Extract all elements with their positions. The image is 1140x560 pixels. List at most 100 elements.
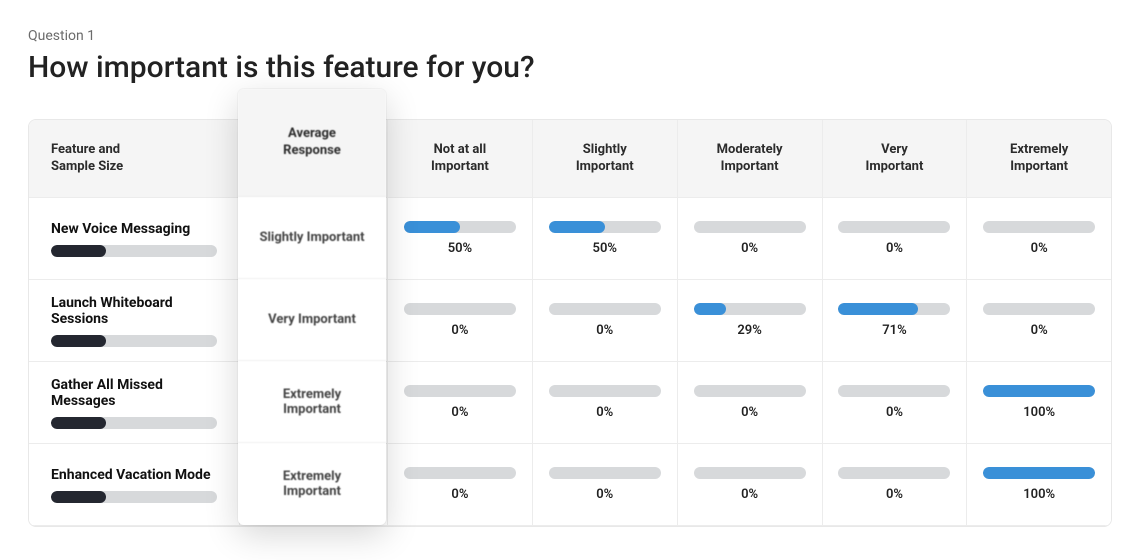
distribution-cell: 0%: [823, 444, 968, 526]
average-response-cell: Very Important: [240, 280, 388, 362]
distribution-percent-label: 0%: [596, 487, 613, 502]
distribution-cell: 50%: [388, 198, 533, 280]
col-header-average: Average Response: [240, 120, 388, 198]
distribution-bar: [983, 385, 1095, 397]
sample-size-bar-fill: [51, 335, 106, 347]
distribution-cell: 0%: [823, 198, 968, 280]
feature-name: New Voice Messaging: [51, 221, 217, 237]
distribution-percent-label: 29%: [737, 323, 761, 338]
distribution-cell: 100%: [967, 444, 1111, 526]
distribution-cell: 0%: [678, 198, 823, 280]
distribution-percent-label: 0%: [451, 323, 468, 338]
feature-name: Gather All Missed Messages: [51, 377, 217, 409]
feature-cell: Launch Whiteboard Sessions: [29, 280, 240, 362]
distribution-cell: 0%: [967, 280, 1111, 362]
distribution-percent-label: 0%: [451, 487, 468, 502]
distribution-percent-label: 50%: [448, 241, 472, 256]
distribution-bar: [549, 385, 661, 397]
distribution-cell: 0%: [823, 362, 968, 444]
col-header-scale: VeryImportant: [823, 120, 968, 198]
distribution-cell: 50%: [533, 198, 678, 280]
distribution-percent-label: 0%: [1031, 323, 1048, 338]
distribution-cell: 29%: [678, 280, 823, 362]
distribution-percent-label: 0%: [596, 323, 613, 338]
table-header-row: Feature and Sample Size Average Response…: [29, 120, 1111, 198]
distribution-cell: 0%: [678, 444, 823, 526]
distribution-percent-label: 0%: [1031, 241, 1048, 256]
distribution-cell: 0%: [533, 362, 678, 444]
col-header-scale: ModeratelyImportant: [678, 120, 823, 198]
distribution-bar: [694, 303, 806, 315]
average-response-cell: Extremely Important: [240, 362, 388, 444]
distribution-bar: [694, 385, 806, 397]
distribution-bar-fill: [838, 303, 918, 315]
distribution-bar: [838, 385, 950, 397]
distribution-bar: [983, 221, 1095, 233]
distribution-percent-label: 0%: [451, 405, 468, 420]
table-row: New Voice MessagingSlightly Important50%…: [29, 198, 1111, 280]
distribution-bar-fill: [694, 303, 726, 315]
distribution-percent-label: 0%: [886, 241, 903, 256]
table-row: Enhanced Vacation Mode Extremely Importan…: [29, 444, 1111, 526]
distribution-cell: 100%: [967, 362, 1111, 444]
feature-importance-table: Feature and Sample Size Average Response…: [28, 119, 1112, 527]
distribution-bar-fill: [983, 467, 1095, 479]
distribution-cell: 71%: [823, 280, 968, 362]
distribution-bar: [838, 303, 950, 315]
distribution-percent-label: 100%: [1023, 405, 1055, 420]
table-row: Gather All Missed Messages Extremely Impo…: [29, 362, 1111, 444]
col-header-feature: Feature and Sample Size: [29, 120, 240, 198]
feature-cell: New Voice Messaging: [29, 198, 240, 280]
distribution-bar-fill: [983, 385, 1095, 397]
col-header-scale: SlightlyImportant: [533, 120, 678, 198]
col-header-scale: Not at allImportant: [388, 120, 533, 198]
sample-size-bar-fill: [51, 245, 106, 257]
distribution-bar: [404, 221, 516, 233]
sample-size-bar: [51, 491, 217, 503]
distribution-bar: [838, 221, 950, 233]
sample-size-bar-fill: [51, 417, 106, 429]
distribution-bar: [404, 467, 516, 479]
distribution-bar: [549, 303, 661, 315]
distribution-percent-label: 50%: [593, 241, 617, 256]
distribution-cell: 0%: [388, 444, 533, 526]
distribution-bar-fill: [404, 221, 460, 233]
distribution-bar: [549, 467, 661, 479]
distribution-bar-fill: [549, 221, 605, 233]
distribution-bar: [694, 467, 806, 479]
distribution-bar: [983, 467, 1095, 479]
distribution-percent-label: 0%: [741, 241, 758, 256]
distribution-cell: 0%: [533, 444, 678, 526]
table-row: Launch Whiteboard Sessions Very Important…: [29, 280, 1111, 362]
distribution-bar: [694, 221, 806, 233]
distribution-cell: 0%: [967, 198, 1111, 280]
distribution-cell: 0%: [388, 362, 533, 444]
distribution-bar: [404, 385, 516, 397]
average-response-cell: Extremely Important: [240, 444, 388, 526]
sample-size-bar: [51, 335, 217, 347]
distribution-bar: [838, 467, 950, 479]
distribution-percent-label: 0%: [886, 405, 903, 420]
distribution-bar: [983, 303, 1095, 315]
distribution-percent-label: 0%: [596, 405, 613, 420]
sample-size-bar: [51, 417, 217, 429]
distribution-cell: 0%: [533, 280, 678, 362]
distribution-cell: 0%: [678, 362, 823, 444]
feature-cell: Gather All Missed Messages: [29, 362, 240, 444]
feature-cell: Enhanced Vacation Mode: [29, 444, 240, 526]
distribution-percent-label: 71%: [882, 323, 906, 338]
sample-size-bar: [51, 245, 217, 257]
distribution-percent-label: 100%: [1023, 487, 1055, 502]
col-header-feature-l2: Sample Size: [51, 159, 123, 176]
col-header-feature-l1: Feature and: [51, 142, 123, 159]
distribution-cell: 0%: [388, 280, 533, 362]
feature-name: Launch Whiteboard Sessions: [51, 295, 217, 327]
distribution-percent-label: 0%: [741, 487, 758, 502]
sample-size-bar-fill: [51, 491, 106, 503]
distribution-percent-label: 0%: [886, 487, 903, 502]
question-number-label: Question 1: [28, 28, 1112, 44]
feature-name: Enhanced Vacation Mode: [51, 467, 217, 483]
distribution-percent-label: 0%: [741, 405, 758, 420]
distribution-bar: [404, 303, 516, 315]
question-title: How important is this feature for you?: [28, 50, 1112, 85]
